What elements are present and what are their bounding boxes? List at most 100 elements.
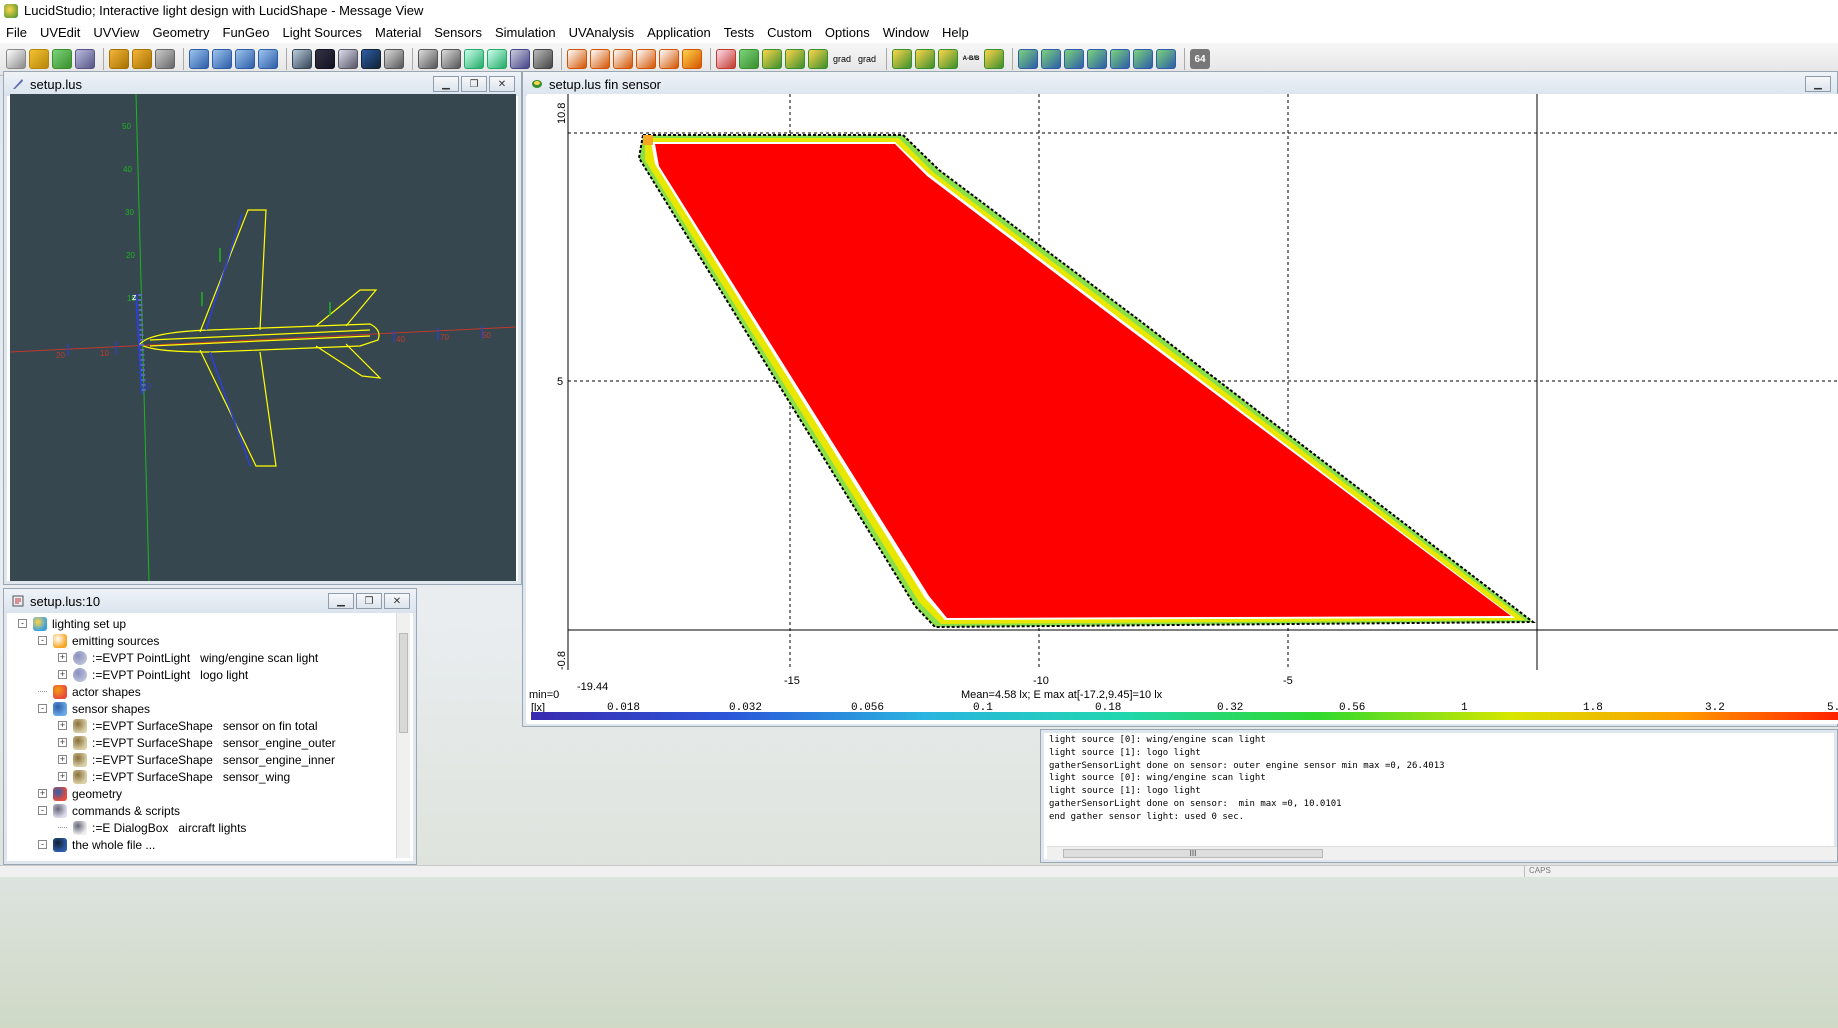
expand-icon[interactable]: +: [38, 789, 47, 798]
sensor-c-icon[interactable]: [808, 49, 828, 69]
new-file-icon[interactable]: [6, 49, 26, 69]
tile-vertical-icon[interactable]: [212, 49, 232, 69]
restore-button[interactable]: ❐: [356, 593, 382, 609]
menu-custom[interactable]: Custom: [767, 25, 812, 40]
sensor-ab-icon[interactable]: [915, 49, 935, 69]
tree-item[interactable]: + geometry: [38, 785, 122, 802]
3d-viewport[interactable]: 50 40 30 20 10 z 20 10 40 70 50 10: [10, 94, 516, 581]
bolt-icon[interactable]: [682, 49, 702, 69]
add-icon[interactable]: [52, 49, 72, 69]
expand-icon[interactable]: +: [58, 653, 67, 662]
folder-icon[interactable]: [109, 49, 129, 69]
zoom-out-icon[interactable]: [487, 49, 507, 69]
sensor-l-icon[interactable]: [1156, 49, 1176, 69]
menu-uvedit[interactable]: UVEdit: [40, 25, 80, 40]
sensor-g-icon[interactable]: [1041, 49, 1061, 69]
view3d-window[interactable]: setup.lus ▁ ❐ ✕ 50 40 30 20 10 z 20 10 4…: [3, 71, 522, 585]
arrange-icon[interactable]: [258, 49, 278, 69]
zoom-fit-icon[interactable]: [441, 49, 461, 69]
tree-item[interactable]: - commands & scripts: [38, 802, 180, 819]
expand-icon[interactable]: +: [58, 738, 67, 747]
message-view-window[interactable]: light source [0]: wing/engine scan light…: [1040, 729, 1838, 863]
tree-item[interactable]: +:=EVPT PointLight logo light: [58, 666, 248, 683]
sensor-run-icon[interactable]: [739, 49, 759, 69]
sensor-map[interactable]: -19.44 -15 -10 -5 10.8 5 -0.8 min=0 Mean…: [527, 94, 1838, 724]
window-cascade-icon[interactable]: [189, 49, 209, 69]
sensor-f-icon[interactable]: [1018, 49, 1038, 69]
expand-icon[interactable]: +: [58, 670, 67, 679]
tree-item[interactable]: - sensor shapes: [38, 700, 150, 717]
view3d-titlebar[interactable]: setup.lus ▁ ❐ ✕: [4, 72, 521, 96]
tree-vertical-scrollbar[interactable]: [396, 613, 410, 858]
view-map-icon[interactable]: [361, 49, 381, 69]
sensor-k-icon[interactable]: [1133, 49, 1153, 69]
menu-options[interactable]: Options: [825, 25, 870, 40]
sensor-d-icon[interactable]: [938, 49, 958, 69]
print-icon[interactable]: [155, 49, 175, 69]
tree-item[interactable]: +:=EVPT SurfaceShape sensor_engine_outer: [58, 734, 336, 751]
collapse-icon[interactable]: -: [38, 636, 47, 645]
sensor-ab-label-icon[interactable]: A-B/B: [961, 49, 981, 69]
menu-uvanalysis[interactable]: UVAnalysis: [569, 25, 635, 40]
scroll-thumb[interactable]: [399, 633, 408, 733]
menu-help[interactable]: Help: [942, 25, 969, 40]
menu-fungeo[interactable]: FunGeo: [223, 25, 270, 40]
collapse-icon[interactable]: -: [38, 840, 47, 849]
restore-button[interactable]: ❐: [461, 76, 487, 92]
gear-m-icon[interactable]: [590, 49, 610, 69]
expand-icon[interactable]: +: [58, 772, 67, 781]
save-as-icon[interactable]: [75, 49, 95, 69]
sensor-i-icon[interactable]: [1087, 49, 1107, 69]
menu-tests[interactable]: Tests: [724, 25, 754, 40]
menu-light-sources[interactable]: Light Sources: [283, 25, 363, 40]
sensor-e-icon[interactable]: [984, 49, 1004, 69]
sensor-window[interactable]: setup.lus fin sensor ▁ -19.44 -15 -10 -5…: [522, 71, 1838, 727]
tree-item[interactable]: +:=EVPT SurfaceShape sensor on fin total: [58, 717, 318, 734]
view-list-icon[interactable]: [384, 49, 404, 69]
menu-material[interactable]: Material: [375, 25, 421, 40]
badge-64[interactable]: 64: [1190, 49, 1210, 69]
view-3d-icon[interactable]: [292, 49, 312, 69]
minimize-button[interactable]: ▁: [433, 76, 459, 92]
tree-item[interactable]: +:=EVPT PointLight wing/engine scan ligh…: [58, 649, 318, 666]
zoom-window-icon[interactable]: [418, 49, 438, 69]
illuminance-plot[interactable]: -19.44 -15 -10 -5 10.8 5 -0.8 min=0 Mean…: [527, 94, 1838, 724]
tree-item[interactable]: +:=EVPT SurfaceShape sensor_wing: [58, 768, 290, 785]
close-button[interactable]: ✕: [384, 593, 410, 609]
menu-window[interactable]: Window: [883, 25, 929, 40]
menu-sensors[interactable]: Sensors: [434, 25, 482, 40]
sensor-b-icon[interactable]: [785, 49, 805, 69]
aircraft-scene[interactable]: 50 40 30 20 10 z 20 10 40 70 50 10: [10, 94, 516, 581]
menu-application[interactable]: Application: [647, 25, 711, 40]
tree-item[interactable]: actor shapes: [38, 683, 141, 700]
camera-icon[interactable]: [533, 49, 553, 69]
grad-icon[interactable]: grad: [831, 49, 853, 69]
sensor-titlebar[interactable]: setup.lus fin sensor ▁: [523, 72, 1837, 96]
gear-g-icon[interactable]: [567, 49, 587, 69]
scene-tree[interactable]: - lighting set up - emitting sources +:=EVPT…: [10, 613, 410, 858]
gear-b-icon[interactable]: [613, 49, 633, 69]
gear-alt-icon[interactable]: [659, 49, 679, 69]
gear-icon[interactable]: [636, 49, 656, 69]
screen-icon[interactable]: [510, 49, 530, 69]
menu-uvview[interactable]: UVView: [93, 25, 139, 40]
grad-icon[interactable]: grad: [856, 49, 878, 69]
expand-icon[interactable]: +: [58, 721, 67, 730]
tree-titlebar[interactable]: setup.lus:10 ▁ ❐ ✕: [4, 589, 416, 613]
sensor-fill-icon[interactable]: [892, 49, 912, 69]
tile-horizontal-icon[interactable]: [235, 49, 255, 69]
zoom-in-icon[interactable]: [464, 49, 484, 69]
collapse-icon[interactable]: -: [38, 704, 47, 713]
check-icon[interactable]: [716, 49, 736, 69]
menu-geometry[interactable]: Geometry: [152, 25, 209, 40]
message-horizontal-scrollbar[interactable]: III: [1047, 846, 1837, 860]
tree-item[interactable]: - the whole file ...: [38, 836, 155, 853]
view-chart-icon[interactable]: [338, 49, 358, 69]
tree-item[interactable]: +:=EVPT SurfaceShape sensor_engine_inner: [58, 751, 335, 768]
sensor-j-icon[interactable]: [1110, 49, 1130, 69]
menu-file[interactable]: File: [6, 25, 27, 40]
menu-simulation[interactable]: Simulation: [495, 25, 556, 40]
view-shaded-icon[interactable]: [315, 49, 335, 69]
tree-item[interactable]: - emitting sources: [38, 632, 159, 649]
minimize-button[interactable]: ▁: [1805, 76, 1831, 92]
